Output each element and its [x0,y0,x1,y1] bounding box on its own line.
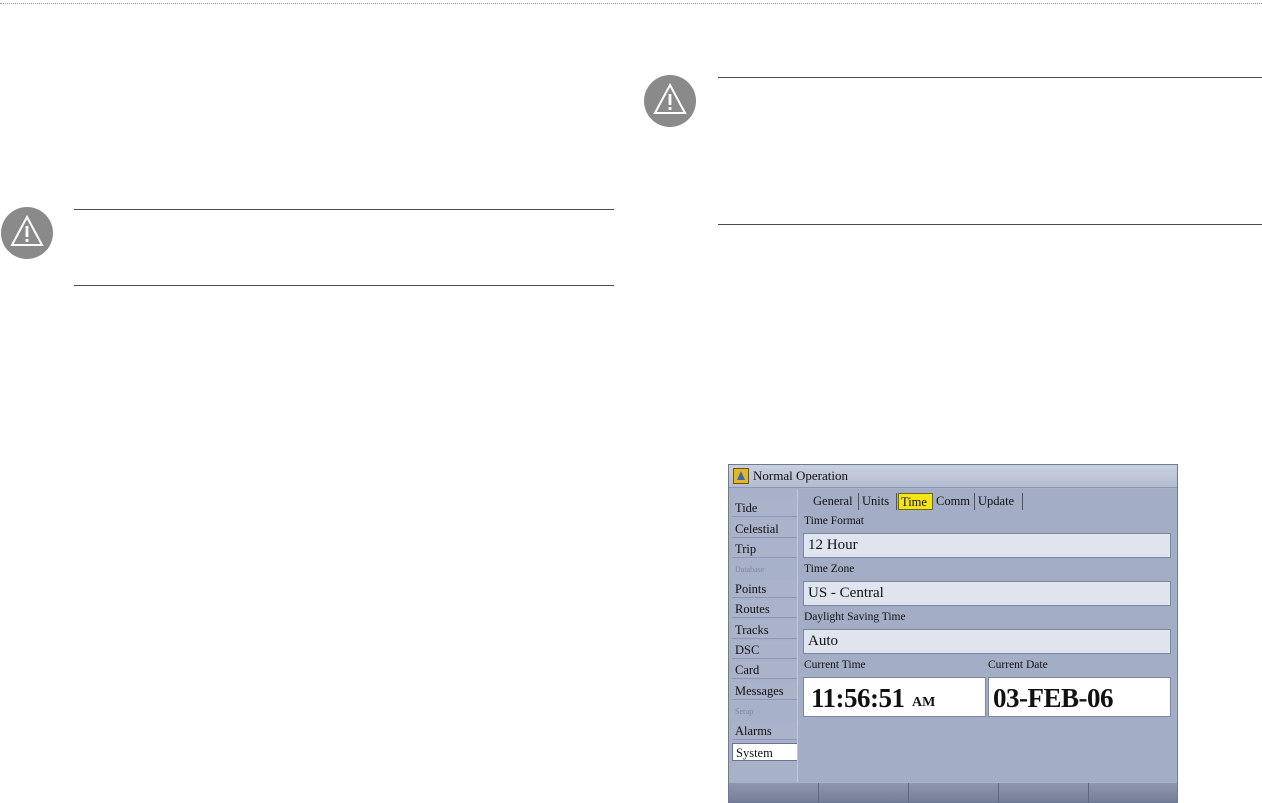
sidebar-item-system[interactable]: System [732,743,798,761]
settings-panel: General Units Time Comm Update Time Form… [797,489,1176,782]
daylight-saving-field[interactable]: Auto [803,629,1171,654]
time-format-field[interactable]: 12 Hour [803,533,1171,558]
sidebar-section-setup: Setup [735,707,754,716]
device-screen: Normal Operation Tide Celestial Trip Dat… [728,464,1178,803]
time-zone-label: Time Zone [804,563,855,575]
sidebar-item-points[interactable]: Points [732,580,798,598]
current-date-text: 03-FEB-06 [993,683,1114,713]
current-time-value: 11:56:51 AM [803,677,986,717]
tab-comm[interactable]: Comm [934,493,975,510]
sidebar-item-tide[interactable]: Tide [732,499,798,517]
tab-units[interactable]: Units [860,493,897,510]
caution-rule-top-right [718,77,1262,78]
tab-update[interactable]: Update [976,493,1023,510]
sidebar-item-messages[interactable]: Messages [732,682,798,700]
sidebar-item-card[interactable]: Card [732,661,798,679]
softkey-4[interactable] [999,783,1089,802]
softkey-1[interactable] [729,783,819,802]
current-time-digits: 11:56:51 [811,683,905,713]
warning-triangle-icon [644,75,696,127]
softkey-3[interactable] [909,783,999,802]
current-time-label: Current Time [804,659,866,671]
sidebar-item-trip[interactable]: Trip [732,540,798,558]
device-logo-icon [733,468,749,484]
sidebar-item-alarms[interactable]: Alarms [732,722,798,740]
caution-rule-bottom-right [718,224,1262,225]
sidebar-item-tracks[interactable]: Tracks [732,621,798,639]
screen-title-bar: Normal Operation [729,465,1177,488]
tab-general[interactable]: General [811,493,859,510]
time-zone-field[interactable]: US - Central [803,581,1171,606]
daylight-saving-label: Daylight Saving Time [804,611,906,623]
page-top-rule [0,3,1262,4]
softkey-2[interactable] [819,783,909,802]
caution-rule-top-left [74,209,614,210]
screen-title: Normal Operation [753,468,848,483]
current-date-value: 03-FEB-06 [988,677,1171,717]
softkey-5[interactable] [1089,783,1177,802]
softkey-bar [729,783,1177,802]
sidebar-item-dsc[interactable]: DSC [732,641,798,659]
tab-time[interactable]: Time [898,493,933,510]
time-format-label: Time Format [804,515,864,527]
sidebar-item-routes[interactable]: Routes [732,600,798,618]
sidebar-item-celestial[interactable]: Celestial [732,520,798,538]
sidebar-section-database: Database [735,565,765,574]
current-time-ampm: AM [912,695,936,710]
current-date-label: Current Date [988,659,1048,671]
sidebar: Tide Celestial Trip Database Points Rout… [729,487,798,783]
warning-triangle-icon [1,207,53,259]
caution-rule-bottom-left [74,285,614,286]
